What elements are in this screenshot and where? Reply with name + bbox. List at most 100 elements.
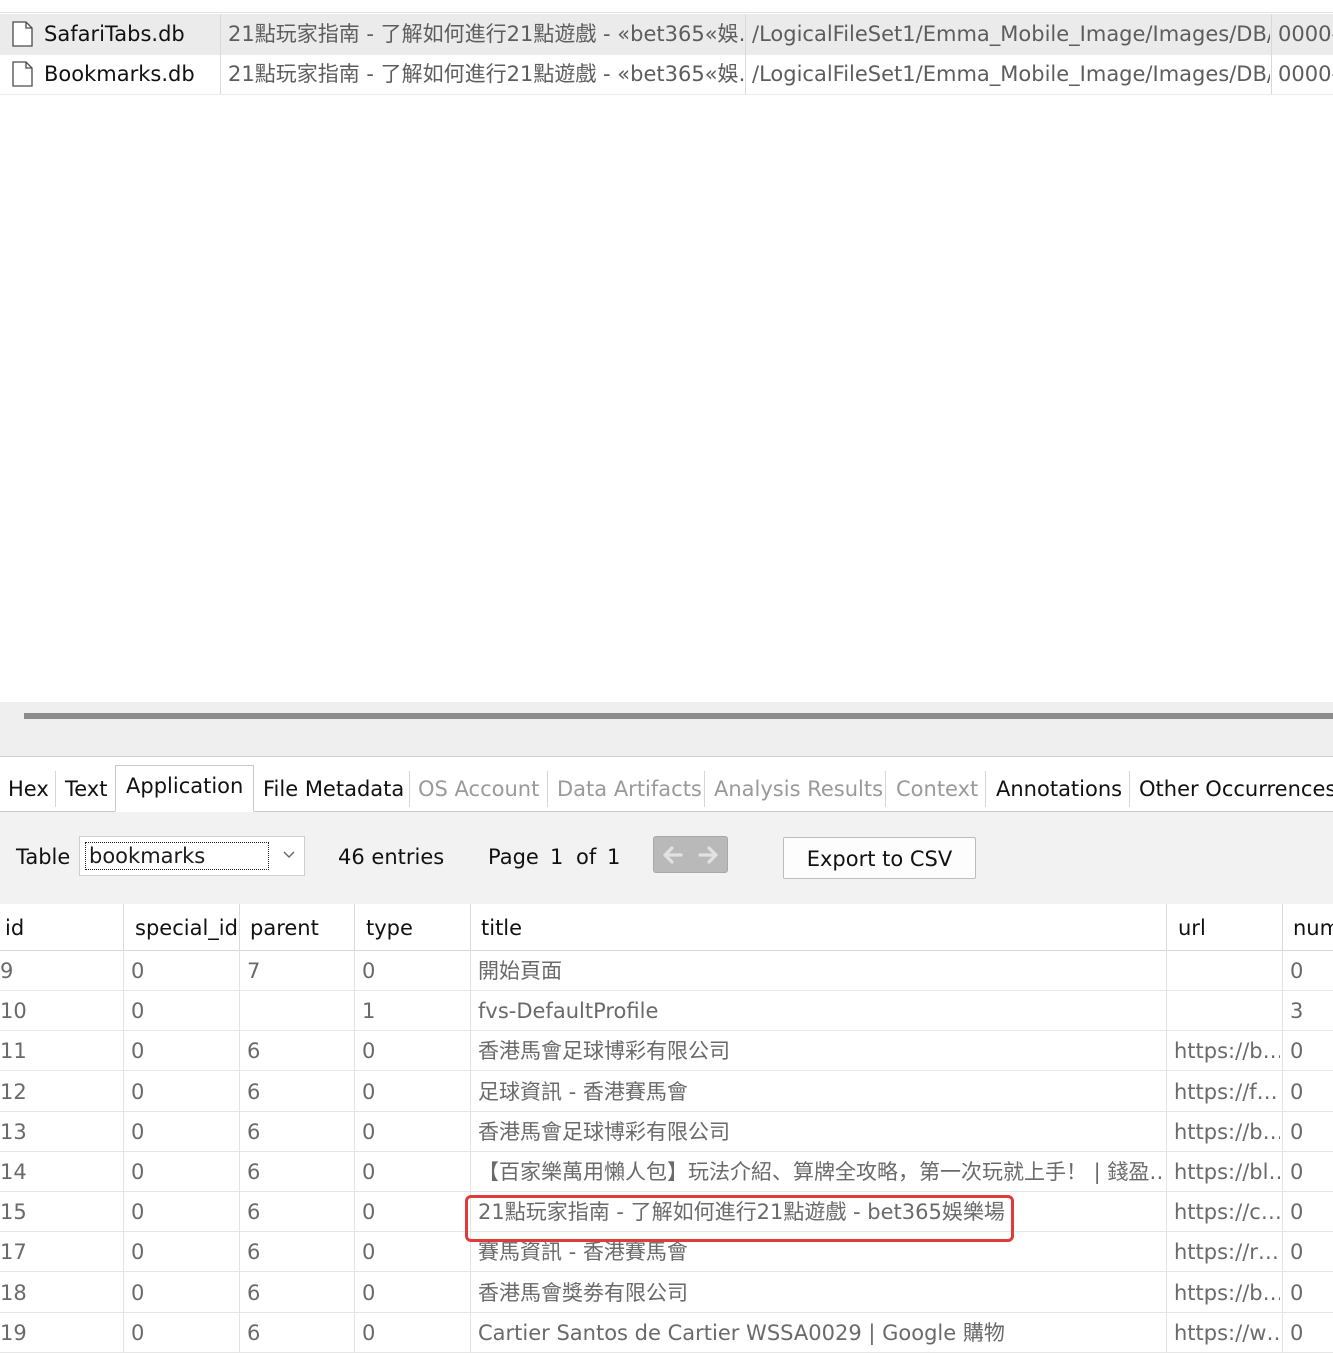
cell-divider [1282,1191,1283,1232]
cell-divider [1166,990,1167,1031]
cell-type: 0 [362,1039,376,1064]
file-row[interactable]: Bookmarks.db 21點玩家指南 - 了解如何進行21點遊戲 - «be… [0,54,1333,95]
next-page-icon[interactable] [696,843,720,867]
tab-file-metadata[interactable]: File Metadata [263,767,404,811]
file-keyword-preview: 21點玩家指南 - 了解如何進行21點遊戲 - «bet365«娛… [228,22,744,46]
cell-divider [1282,990,1283,1031]
cell-divider [123,1151,124,1191]
cell-divider [354,1271,355,1312]
cell-parent: 6 [247,1320,261,1345]
cell-divider [239,1030,240,1071]
cell-title: 【百家樂萬用懶人包】玩法介紹、算牌全攻略，第一次玩就上手！ | 錢盈… [478,1160,1163,1184]
previous-page-icon[interactable] [661,843,685,867]
tab-divider [704,771,705,807]
cell-url: https://b… [1174,1039,1280,1064]
tab-application[interactable]: Application [115,765,255,812]
tab-hex[interactable]: Hex [8,767,49,811]
cell-divider [470,990,471,1031]
tab-analysis-results[interactable]: Analysis Results [714,767,883,811]
table-row[interactable]: 12 0 6 0 足球資訊 - 香港賽馬會 https://f… 0 [0,1070,1333,1112]
column-divider[interactable] [354,904,355,950]
cell-divider [1282,1151,1283,1191]
cell-divider [1282,1030,1283,1071]
cell-url: https://c… [1174,1200,1280,1225]
cell-parent [247,990,351,1030]
cell-id: 9 [0,959,14,983]
tab-divider [985,771,986,807]
column-header-id[interactable]: id [5,904,24,950]
cell-divider [354,1151,355,1191]
column-header-title[interactable]: title [481,904,522,950]
tab-data-artifacts[interactable]: Data Artifacts [557,767,702,811]
table-row[interactable]: 14 0 6 0 【百家樂萬用懶人包】玩法介紹、算牌全攻略，第一次玩就上手！ | 錢盈…… [0,1151,1333,1192]
cell-parent: 6 [247,1280,261,1305]
table-row[interactable]: 11 0 6 0 香港馬會足球博彩有限公司 https://b… 0 [0,1030,1333,1072]
column-divider[interactable] [123,904,124,950]
table-row[interactable]: 17 0 6 0 賽馬資訊 - 香港賽馬會 https://r… 0 [0,1231,1333,1273]
column-header-special-id[interactable]: special_id [135,904,238,950]
cell-num: 0 [1290,1119,1304,1144]
cell-title: 21點玩家指南 - 了解如何進行21點遊戲 - bet365娛樂場 [478,1200,1005,1225]
tab-other-occurrences[interactable]: Other Occurrences [1139,767,1333,811]
entries-count: 46 entries [338,845,445,869]
cell-title: 香港馬會獎劵有限公司 [478,1280,688,1305]
table-row[interactable]: 18 0 6 0 香港馬會獎劵有限公司 https://b… 0 [0,1271,1333,1313]
file-icon [12,61,33,87]
cell-special-id: 0 [131,1039,145,1064]
column-header-num[interactable]: num [1293,904,1333,950]
table-row[interactable]: 19 0 6 0 Cartier Santos de Cartier WSSA0029 … [0,1311,1333,1353]
cell-divider [239,1311,240,1352]
column-header-url[interactable]: url [1178,904,1206,950]
cell-title: fvs-DefaultProfile [478,999,659,1024]
cell-num: 0 [1290,1320,1304,1345]
cell-url: https://w… [1174,1320,1280,1345]
cell-divider [1166,1030,1167,1071]
tab-text[interactable]: Text [65,767,107,811]
pane-splitter-handle[interactable] [24,713,1333,719]
column-header-parent[interactable]: parent [250,904,319,950]
cell-divider [123,1030,124,1071]
file-name: SafariTabs.db [44,22,185,46]
cell-divider [123,990,124,1031]
cell-num: 0 [1290,1160,1304,1184]
column-divider[interactable] [470,904,471,950]
cell-special-id: 0 [131,1240,145,1265]
table-row[interactable]: 13 0 6 0 香港馬會足球博彩有限公司 https://b… 0 [0,1110,1333,1152]
export-to-csv-button[interactable]: Export to CSV [783,837,976,879]
table-row[interactable]: 15 0 6 0 21點玩家指南 - 了解如何進行21點遊戲 - bet365娛樂場 ht… [0,1191,1333,1233]
cell-special-id: 0 [131,1079,145,1104]
cell-divider [1166,1151,1167,1191]
cell-parent: 6 [247,1119,261,1144]
column-divider[interactable] [239,904,240,950]
tab-os-account[interactable]: OS Account [418,767,539,811]
cell-divider [1166,1110,1167,1151]
cell-divider [123,1271,124,1312]
cell-special-id: 0 [131,1280,145,1305]
cell-type: 0 [362,959,376,983]
cell-divider [1282,1070,1283,1111]
cell-num: 0 [1290,1240,1304,1265]
column-divider[interactable] [1166,904,1167,950]
cell-divider [239,1151,240,1191]
table-row[interactable]: 9 0 7 0 開始頁面 0 [0,950,1333,991]
cell-divider [354,990,355,1031]
cell-special-id: 0 [131,1160,145,1184]
cell-divider [123,950,124,990]
file-path: /LogicalFileSet1/Emma_Mobile_Image/Image… [752,22,1270,46]
cell-divider [239,990,240,1031]
tab-context[interactable]: Context [896,767,978,811]
tab-annotations[interactable]: Annotations [996,767,1122,811]
cell-id: 19 [0,1320,27,1345]
cell-id: 10 [0,999,27,1024]
cell-divider [470,1191,471,1232]
table-row[interactable]: 10 0 1 fvs-DefaultProfile 3 [0,990,1333,1032]
file-row[interactable]: SafariTabs.db 21點玩家指南 - 了解如何進行21點遊戲 - «b… [0,14,1333,55]
cell-type: 0 [362,1280,376,1305]
column-header-type[interactable]: type [366,904,413,950]
column-divider [220,14,221,54]
sqlite-viewer-toolbar: Table bookmarks 46 entries Page 1 of 1 E… [0,812,1333,904]
file-size: 0000- [1278,62,1333,86]
cell-divider [123,1191,124,1232]
table-select[interactable]: bookmarks [79,836,305,876]
column-divider[interactable] [1282,904,1283,950]
